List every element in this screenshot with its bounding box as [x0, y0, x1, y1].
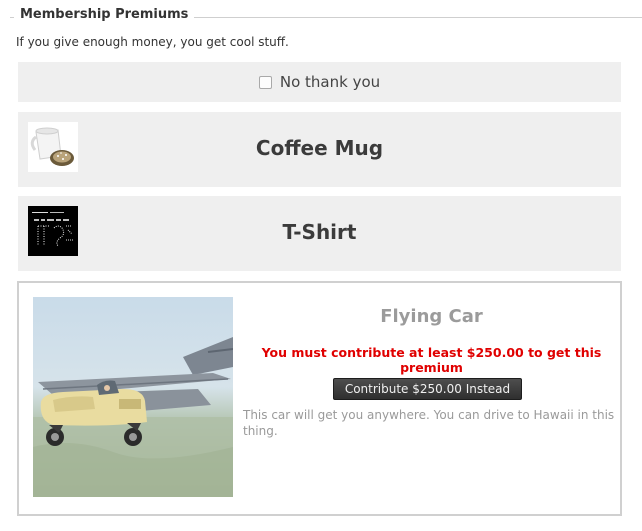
premium-option-coffee-mug[interactable]: Coffee Mug — [18, 112, 621, 187]
fieldset-legend: Membership Premiums — [14, 7, 195, 22]
premium-option-flying-car[interactable]: Flying Car You must contribute at least … — [17, 281, 622, 516]
premium-name: T-Shirt — [282, 220, 357, 244]
flying-car-image — [33, 297, 234, 497]
premium-option-t-shirt[interactable]: T-Shirt — [18, 196, 621, 271]
contribute-instead-button[interactable]: Contribute $250.00 Instead — [333, 378, 522, 400]
premium-name: Coffee Mug — [255, 136, 384, 160]
no-thanks-checkbox[interactable] — [258, 75, 272, 89]
minimum-contribution-warning: You must contribute at least $250.00 to … — [261, 345, 602, 375]
premium-name: Flying Car — [380, 306, 483, 327]
premium-description: This car will get you anywhere. You can … — [243, 408, 615, 438]
intro-text: If you give enough money, you get cool s… — [16, 35, 289, 49]
no-thanks-label[interactable]: No thank you — [280, 73, 380, 91]
no-thanks-option[interactable]: No thank you — [18, 62, 621, 102]
premiums-fieldset: Membership Premiums — [0, 0, 642, 34]
